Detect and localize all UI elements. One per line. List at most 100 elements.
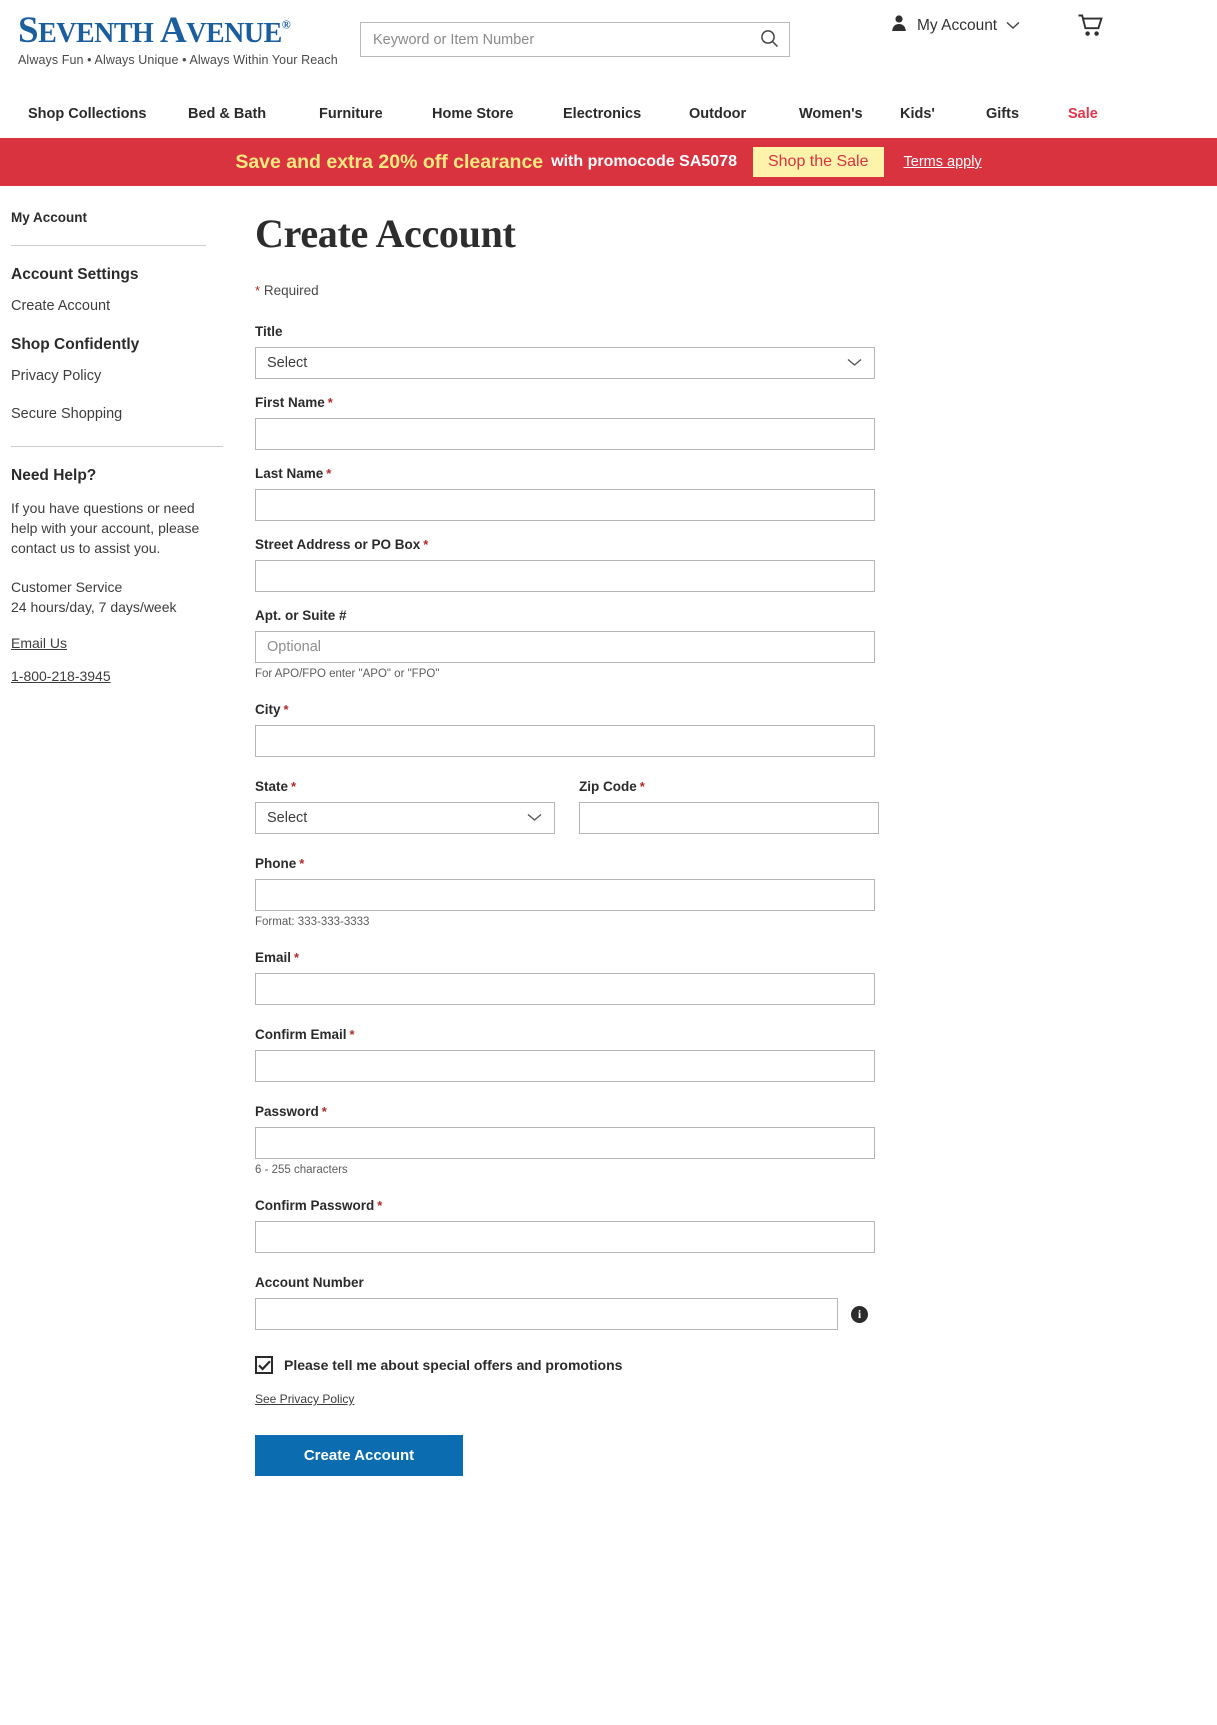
label-last-name: Last Name * — [255, 466, 1177, 481]
special-offers-checkbox[interactable] — [255, 1356, 273, 1374]
sidebar-item-secure-shopping[interactable]: Secure Shopping — [11, 406, 222, 422]
state-select-value: Select — [267, 810, 308, 826]
confirm-email-input[interactable] — [255, 1050, 875, 1082]
search-input[interactable] — [361, 31, 749, 48]
field-apt-suite: Apt. or Suite # For APO/FPO enter "APO" … — [255, 608, 1177, 680]
email-input[interactable] — [255, 973, 875, 1005]
create-account-submit-button[interactable]: Create Account — [255, 1435, 463, 1476]
nav-item-womens[interactable]: Women's — [799, 106, 900, 122]
field-first-name: First Name * — [255, 395, 1177, 450]
required-asterisk: * — [326, 466, 332, 481]
sidebar-title: My Account — [11, 210, 88, 225]
label-apt-suite: Apt. or Suite # — [255, 608, 347, 623]
page-title: Create Account — [255, 211, 516, 256]
logo-venue: VENUE — [186, 18, 282, 49]
field-last-name: Last Name * — [255, 466, 1177, 521]
label-first-name-text: First Name — [255, 395, 325, 410]
nav-item-sale[interactable]: Sale — [1068, 106, 1098, 122]
label-last-name-text: Last Name — [255, 466, 324, 481]
user-icon — [890, 14, 908, 37]
apt-suite-input[interactable] — [255, 631, 875, 663]
confirm-password-input[interactable] — [255, 1221, 875, 1253]
sidebar-help-paragraph: If you have questions or need help with … — [11, 500, 200, 556]
search-submit-button[interactable] — [749, 23, 789, 56]
street-address-input[interactable] — [255, 560, 875, 592]
label-confirm-password: Confirm Password * — [255, 1198, 1177, 1213]
label-password: Password * — [255, 1104, 1177, 1119]
required-asterisk: * — [639, 779, 645, 794]
required-asterisk: * — [327, 395, 333, 410]
field-confirm-password: Confirm Password * — [255, 1198, 1177, 1253]
customer-service-label: Customer Service — [11, 578, 123, 595]
label-zip-code: Zip Code * — [579, 779, 879, 794]
nav-item-bed-bath[interactable]: Bed & Bath — [188, 106, 319, 122]
label-confirm-email: Confirm Email * — [255, 1027, 1177, 1042]
label-city-text: City — [255, 702, 281, 717]
sidebar-item-create-account[interactable]: Create Account — [11, 298, 222, 314]
logo-a: A — [160, 10, 187, 51]
nav-item-gifts[interactable]: Gifts — [986, 106, 1068, 122]
sidebar-divider-help — [11, 446, 223, 447]
apt-suite-hint: For APO/FPO enter "APO" or "FPO" — [255, 668, 440, 680]
password-input[interactable] — [255, 1127, 875, 1159]
nav-item-electronics[interactable]: Electronics — [563, 106, 689, 122]
shop-the-sale-button[interactable]: Shop the Sale — [752, 147, 884, 177]
required-asterisk: * — [321, 1104, 327, 1119]
label-phone: Phone * — [255, 856, 1177, 871]
last-name-input[interactable] — [255, 489, 875, 521]
see-privacy-policy-link[interactable]: See Privacy Policy — [255, 1392, 354, 1406]
field-state: State * Select — [255, 779, 555, 834]
nav-item-furniture[interactable]: Furniture — [319, 106, 432, 122]
first-name-input[interactable] — [255, 418, 875, 450]
label-zip-code-text: Zip Code — [579, 779, 637, 794]
account-sidebar: My Account Account Settings Create Accou… — [0, 210, 240, 1476]
field-phone: Phone * Format: 333-333-3333 — [255, 856, 1177, 928]
field-city: City * — [255, 702, 1177, 757]
site-header: SEVENTH AVENUE® Always Fun • Always Uniq… — [0, 0, 1217, 90]
required-asterisk: * — [349, 1027, 355, 1042]
sidebar-item-privacy-policy[interactable]: Privacy Policy — [11, 368, 222, 384]
info-icon[interactable]: i — [851, 1305, 868, 1323]
label-phone-text: Phone — [255, 856, 297, 871]
nav-item-outdoor[interactable]: Outdoor — [689, 106, 799, 122]
logo-wordmark: SEVENTH AVENUE® — [18, 12, 318, 49]
field-zip-code: Zip Code * — [579, 779, 879, 834]
cart-button[interactable] — [1078, 14, 1104, 43]
nav-item-home-store[interactable]: Home Store — [432, 106, 563, 122]
field-password: Password * 6 - 255 characters — [255, 1104, 1177, 1176]
search-bar[interactable] — [360, 22, 790, 57]
required-asterisk: * — [299, 856, 305, 871]
field-account-number: Account Number i — [255, 1275, 1177, 1330]
account-number-input[interactable] — [255, 1298, 838, 1330]
label-street-address-text: Street Address or PO Box — [255, 537, 421, 552]
label-account-number: Account Number — [255, 1275, 364, 1290]
promo-headline: Save and extra 20% off clearance — [235, 150, 544, 173]
promo-banner: Save and extra 20% off clearance with pr… — [0, 138, 1217, 186]
sidebar-heading-shop-confidently: Shop Confidently — [11, 336, 140, 353]
nav-item-kids[interactable]: Kids' — [900, 106, 986, 122]
chevron-down-icon — [1006, 17, 1020, 35]
state-select[interactable]: Select — [255, 802, 555, 834]
field-street-address: Street Address or PO Box * — [255, 537, 1177, 592]
city-input[interactable] — [255, 725, 875, 757]
phone-number-link[interactable]: 1-800-218-3945 — [11, 668, 111, 684]
label-street-address: Street Address or PO Box * — [255, 537, 1177, 552]
required-asterisk: * — [255, 283, 261, 298]
email-us-link[interactable]: Email Us — [11, 635, 67, 651]
site-logo[interactable]: SEVENTH AVENUE® Always Fun • Always Uniq… — [18, 12, 338, 67]
label-email-text: Email — [255, 950, 292, 965]
search-icon — [760, 29, 779, 51]
zip-code-input[interactable] — [579, 802, 879, 834]
phone-input[interactable] — [255, 879, 875, 911]
logo-registered-mark: ® — [281, 17, 291, 32]
my-account-menu[interactable]: My Account — [890, 14, 1020, 37]
customer-service-hours: 24 hours/day, 7 days/week — [11, 598, 177, 615]
field-confirm-email: Confirm Email * — [255, 1027, 1177, 1082]
label-email: Email * — [255, 950, 1177, 965]
label-confirm-email-text: Confirm Email — [255, 1027, 347, 1042]
title-select[interactable]: Select — [255, 347, 875, 379]
nav-item-shop-collections[interactable]: Shop Collections — [28, 106, 188, 122]
label-state: State * — [255, 779, 555, 794]
terms-apply-link[interactable]: Terms apply — [904, 154, 982, 170]
logo-eventh: EVENTH — [38, 18, 154, 49]
